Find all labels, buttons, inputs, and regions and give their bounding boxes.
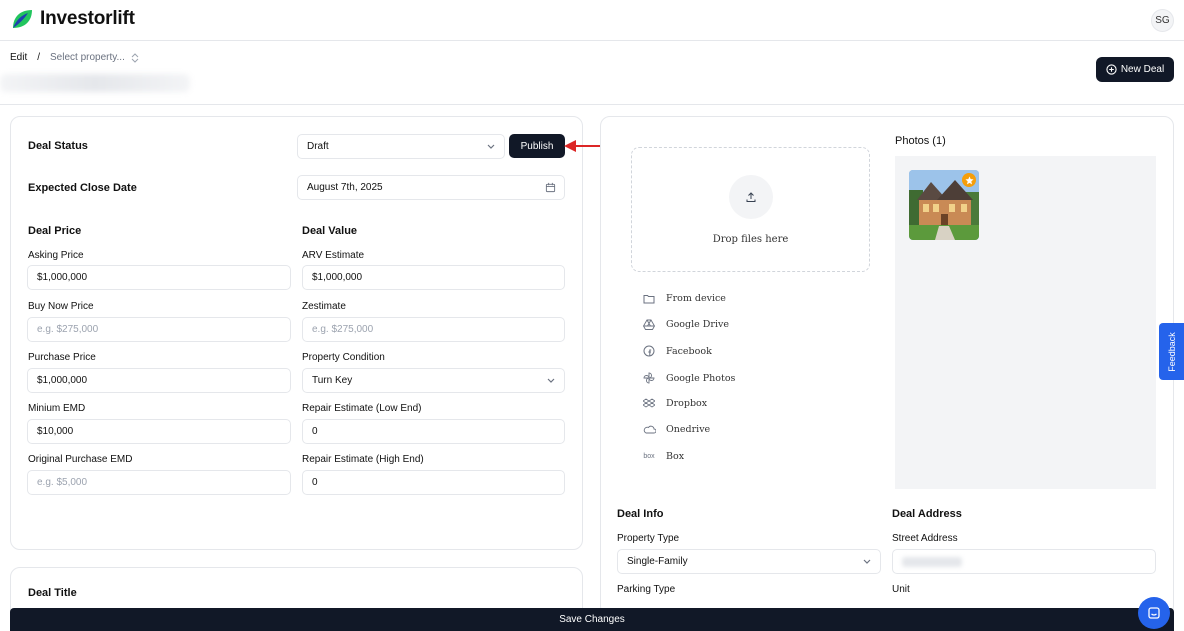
box-icon: box	[643, 453, 655, 460]
breadcrumb: Edit / Select property...	[10, 52, 139, 63]
blurred-property-title	[0, 74, 190, 92]
star-icon[interactable]	[962, 173, 976, 187]
unit-label: Unit	[892, 584, 910, 595]
source-facebook[interactable]: Facebook	[642, 345, 712, 357]
chevron-up-down-icon	[131, 52, 139, 63]
property-selector-label: Select property...	[50, 52, 125, 63]
property-condition-label: Property Condition	[302, 352, 385, 363]
leaf-logo-icon	[13, 10, 32, 28]
source-from-device-label: From device	[666, 293, 726, 304]
close-date-value: August 7th, 2025	[307, 182, 383, 193]
publish-button[interactable]: Publish	[509, 134, 565, 158]
app-name: Investorlift	[40, 8, 135, 29]
folder-icon	[643, 294, 655, 303]
min-emd-input[interactable]: $10,000	[27, 419, 291, 444]
min-emd-label: Minium EMD	[28, 403, 86, 414]
star-glyph	[964, 175, 974, 184]
asking-price-label: Asking Price	[28, 250, 84, 261]
source-box-label: Box	[666, 451, 685, 462]
source-onedrive[interactable]: Onedrive	[642, 424, 710, 435]
close-date-picker[interactable]: August 7th, 2025	[297, 175, 565, 200]
source-google-drive[interactable]: Google Drive	[642, 319, 729, 330]
source-dropbox[interactable]: Dropbox	[642, 398, 707, 409]
repair-low-label: Repair Estimate (Low End)	[302, 403, 422, 414]
new-deal-button[interactable]: New Deal	[1096, 57, 1174, 82]
street-address-input[interactable]	[892, 549, 1156, 574]
blurred-street-address	[902, 556, 962, 567]
purchase-price-label: Purchase Price	[28, 352, 96, 363]
source-dropbox-label: Dropbox	[666, 398, 708, 409]
repair-high-input[interactable]: 0	[302, 470, 565, 495]
chevron-down-icon	[487, 144, 495, 149]
top-bar: Investorlift SG	[0, 0, 1184, 41]
property-type-select[interactable]: Single-Family	[617, 549, 881, 574]
deal-price-heading: Deal Price	[28, 225, 82, 237]
source-google-photos-label: Google Photos	[666, 372, 736, 384]
dropbox-icon	[643, 398, 655, 408]
repair-low-input[interactable]: 0	[302, 419, 565, 444]
source-google-photos[interactable]: Google Photos	[642, 372, 735, 384]
property-type-value: Single-Family	[627, 556, 688, 567]
orig-emd-input[interactable]: e.g. $5,000	[27, 470, 291, 495]
street-address-label: Street Address	[892, 533, 958, 544]
property-type-label: Property Type	[617, 533, 680, 544]
plus-circle-icon	[1106, 64, 1117, 75]
feedback-label: Feedback	[1166, 331, 1177, 372]
calendar-icon	[545, 182, 556, 193]
photos-title: Photos (1)	[895, 135, 946, 147]
asking-price-input[interactable]: $1,000,000	[27, 265, 291, 290]
chat-icon	[1148, 607, 1160, 619]
deal-status-label: Deal Status	[28, 140, 88, 152]
deal-status-value: Draft	[307, 141, 329, 152]
source-facebook-label: Facebook	[666, 345, 712, 357]
app-logo[interactable]: Investorlift	[10, 7, 135, 31]
deal-info-heading: Deal Info	[617, 508, 664, 520]
chevron-down-icon	[547, 378, 555, 383]
source-from-device[interactable]: From device	[642, 293, 726, 304]
property-selector[interactable]: Select property...	[50, 52, 139, 63]
breadcrumb-edit[interactable]: Edit	[10, 52, 27, 63]
zestimate-input[interactable]: e.g. $275,000	[302, 317, 565, 342]
upload-icon	[746, 192, 756, 202]
source-google-drive-label: Google Drive	[666, 319, 729, 330]
buy-now-label: Buy Now Price	[28, 301, 94, 312]
google-drive-icon	[643, 319, 655, 330]
deal-status-select[interactable]: Draft	[297, 134, 505, 159]
deal-address-heading: Deal Address	[892, 508, 962, 520]
divider	[0, 104, 1184, 105]
orig-emd-label: Original Purchase EMD	[28, 454, 133, 465]
buy-now-input[interactable]: e.g. $275,000	[27, 317, 291, 342]
source-box[interactable]: box Box	[642, 451, 684, 462]
feedback-tab[interactable]: Feedback	[1159, 323, 1184, 380]
breadcrumb-separator: /	[37, 52, 41, 63]
zestimate-label: Zestimate	[302, 301, 346, 312]
property-condition-value: Turn Key	[312, 375, 353, 386]
arv-label: ARV Estimate	[302, 250, 365, 261]
arv-input[interactable]: $1,000,000	[302, 265, 565, 290]
new-deal-label: New Deal	[1120, 64, 1165, 75]
repair-high-label: Repair Estimate (High End)	[302, 454, 424, 465]
purchase-price-input[interactable]: $1,000,000	[27, 368, 291, 393]
property-condition-select[interactable]: Turn Key	[302, 368, 565, 393]
save-changes-button[interactable]: Save Changes	[10, 608, 1174, 631]
drop-files-text: Drop files here	[712, 234, 789, 245]
close-date-label: Expected Close Date	[28, 182, 137, 194]
file-dropzone[interactable]: Drop files here	[631, 147, 870, 272]
source-onedrive-label: Onedrive	[666, 424, 711, 435]
google-photos-icon	[643, 372, 655, 384]
facebook-icon	[643, 345, 655, 357]
onedrive-icon	[643, 425, 656, 434]
user-avatar[interactable]: SG	[1151, 9, 1174, 32]
parking-type-label: Parking Type	[617, 584, 676, 595]
chevron-down-icon	[863, 559, 871, 564]
deal-title-heading: Deal Title	[28, 587, 77, 599]
upload-button[interactable]	[729, 175, 773, 219]
deal-value-heading: Deal Value	[302, 225, 358, 237]
chat-launcher[interactable]	[1138, 597, 1170, 629]
